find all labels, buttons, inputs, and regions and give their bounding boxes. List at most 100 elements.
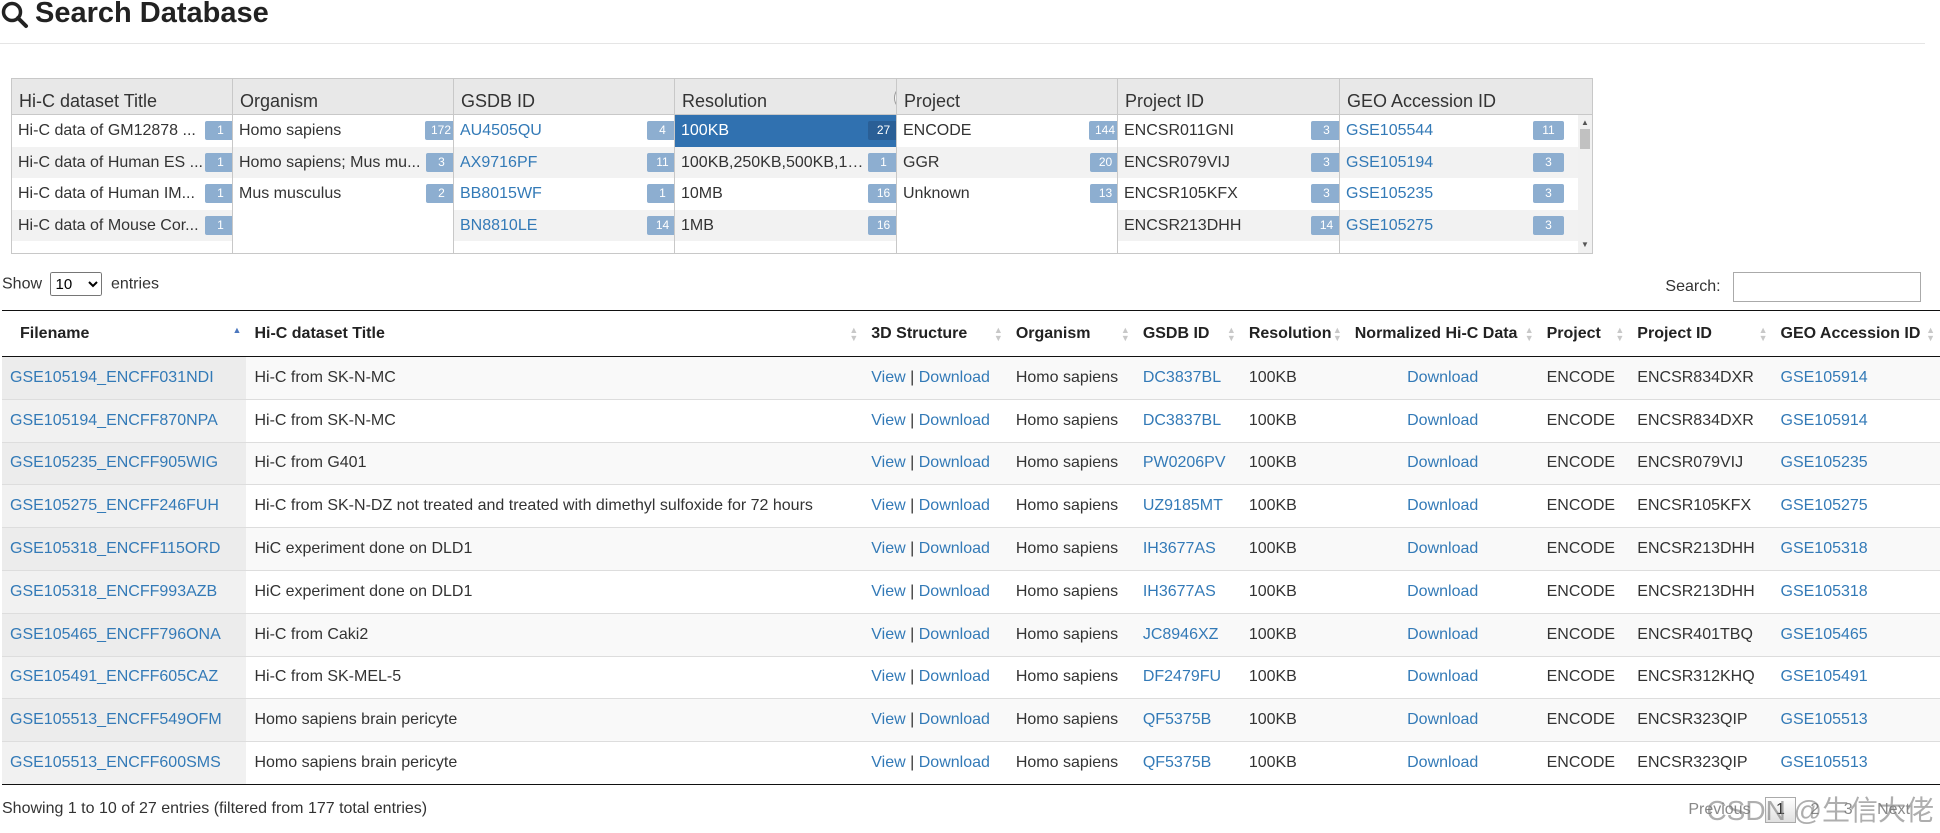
gsdb-id-link[interactable]: IH3677AS [1143,583,1216,600]
normalized-download-link[interactable]: Download [1407,754,1478,771]
scroll-down-icon[interactable]: ▼ [1580,240,1590,250]
facet-option[interactable]: Hi-C data of Mouse Cor... 1 [12,209,250,241]
filename-link[interactable]: GSE105513_ENCFF600SMS [10,754,221,771]
geo-accession-link[interactable]: GSE105318 [1781,540,1868,557]
facet-option[interactable]: Mus musculus 2 [233,178,471,210]
structure-download-link[interactable]: Download [919,754,990,771]
column-header[interactable]: Project ID ▲ ▼ [1629,310,1773,357]
gsdb-id-link[interactable]: QF5375B [1143,754,1211,771]
view-link[interactable]: View [871,369,905,386]
structure-download-link[interactable]: Download [919,668,990,685]
structure-download-link[interactable]: Download [919,583,990,600]
facet-option[interactable]: Hi-C data of GM12878 ... 1 [12,115,250,147]
column-header[interactable]: Project ▲ ▼ [1538,310,1630,357]
facet-option[interactable]: 100KB,250KB,500KB,1MB 1 [675,146,913,178]
entries-select[interactable]: 10 [50,272,103,296]
geo-accession-link[interactable]: GSE105914 [1781,412,1868,429]
column-header[interactable]: Resolution ▲ ▼ [1240,310,1347,357]
gsdb-id-link[interactable]: DC3837BL [1143,412,1221,429]
view-link[interactable]: View [871,497,905,514]
structure-download-link[interactable]: Download [919,540,990,557]
geo-accession-link[interactable]: GSE105513 [1781,711,1868,728]
facet-option[interactable]: Hi-C data of Human IM... 1 [12,178,250,210]
column-header[interactable]: Normalized Hi-C Data ▲ ▼ [1346,310,1539,357]
view-link[interactable]: View [871,412,905,429]
facet-option[interactable]: Homo sapiens 172 [233,115,471,147]
geo-accession-link[interactable]: GSE105513 [1781,754,1868,771]
structure-download-link[interactable]: Download [919,711,990,728]
facet-option[interactable]: 100KB 27 [675,115,913,147]
facet-option[interactable]: GGR 20 [897,146,1135,178]
normalized-download-link[interactable]: Download [1407,540,1478,557]
normalized-download-link[interactable]: Download [1407,626,1478,643]
facet-option[interactable]: ENCSR011GNI 3 [1118,115,1356,147]
filename-link[interactable]: GSE105318_ENCFF993AZB [10,583,217,600]
filename-link[interactable]: GSE105513_ENCFF549OFM [10,711,222,728]
facet-option[interactable]: Homo sapiens; Mus mu... 3 [233,146,471,178]
filename-link[interactable]: GSE105235_ENCFF905WIG [10,454,218,471]
facet-option[interactable]: ENCODE 144 [897,115,1135,147]
facet-option[interactable]: AX9716PF 11 [454,146,692,178]
facet-option[interactable]: BN8810LE 14 [454,209,692,241]
normalized-download-link[interactable]: Download [1407,369,1478,386]
view-link[interactable]: View [871,668,905,685]
geo-accession-link[interactable]: GSE105491 [1781,668,1868,685]
filename-link[interactable]: GSE105275_ENCFF246FUH [10,497,219,514]
normalized-download-link[interactable]: Download [1407,583,1478,600]
facet-option[interactable]: BB8015WF 1 [454,178,692,210]
facet-option[interactable]: Unknown 13 [897,178,1135,210]
scroll-up-icon[interactable]: ▲ [1580,118,1590,128]
gsdb-id-link[interactable]: DC3837BL [1143,369,1221,386]
normalized-download-link[interactable]: Download [1407,497,1478,514]
facet-option[interactable]: ENCSR105KFX 3 [1118,178,1356,210]
gsdb-id-link[interactable]: IH3677AS [1143,540,1216,557]
structure-download-link[interactable]: Download [919,497,990,514]
view-link[interactable]: View [871,583,905,600]
view-link[interactable]: View [871,626,905,643]
structure-download-link[interactable]: Download [919,454,990,471]
column-header[interactable]: Hi-C dataset Title ▲ ▼ [246,310,864,357]
facet-scrollbar[interactable]: ▲▼ [1578,115,1592,253]
geo-accession-link[interactable]: GSE105465 [1781,626,1868,643]
filename-link[interactable]: GSE105318_ENCFF115ORD [10,540,220,557]
geo-accession-link[interactable]: GSE105275 [1781,497,1868,514]
view-link[interactable]: View [871,711,905,728]
geo-accession-link[interactable]: GSE105235 [1781,454,1868,471]
scroll-thumb[interactable] [1580,129,1590,149]
geo-accession-link[interactable]: GSE105318 [1781,583,1868,600]
filename-link[interactable]: GSE105465_ENCFF796ONA [10,626,221,643]
view-link[interactable]: View [871,754,905,771]
normalized-download-link[interactable]: Download [1407,412,1478,429]
view-link[interactable]: View [871,540,905,557]
column-header[interactable]: 3D Structure ▲ ▼ [863,310,1008,357]
gsdb-id-link[interactable]: JC8946XZ [1143,626,1219,643]
column-header[interactable]: GEO Accession ID ▲ ▼ [1772,310,1940,357]
structure-download-link[interactable]: Download [919,369,990,386]
facet-option[interactable]: 10MB 16 [675,178,913,210]
facet-option[interactable]: GSE105194 3 [1340,146,1578,178]
facet-option[interactable]: ENCSR079VIJ 3 [1118,146,1356,178]
filename-link[interactable]: GSE105491_ENCFF605CAZ [10,668,218,685]
gsdb-id-link[interactable]: DF2479FU [1143,668,1221,685]
facet-option[interactable]: 1MB 16 [675,209,913,241]
normalized-download-link[interactable]: Download [1407,711,1478,728]
structure-download-link[interactable]: Download [919,412,990,429]
view-link[interactable]: View [871,454,905,471]
normalized-download-link[interactable]: Download [1407,668,1478,685]
facet-option[interactable]: GSE105544 11 [1340,115,1578,147]
facet-option[interactable]: Hi-C data of Human ES ... 1 [12,146,250,178]
search-input[interactable] [1733,272,1921,302]
facet-option[interactable]: GSE105235 3 [1340,178,1578,210]
filename-link[interactable]: GSE105194_ENCFF870NPA [10,412,218,429]
gsdb-id-link[interactable]: QF5375B [1143,711,1211,728]
geo-accession-link[interactable]: GSE105914 [1781,369,1868,386]
facet-option[interactable]: ENCSR213DHH 14 [1118,209,1356,241]
gsdb-id-link[interactable]: PW0206PV [1143,454,1226,471]
column-header[interactable]: Organism ▲ ▼ [1007,310,1135,357]
filename-link[interactable]: GSE105194_ENCFF031NDI [10,369,214,386]
normalized-download-link[interactable]: Download [1407,454,1478,471]
gsdb-id-link[interactable]: UZ9185MT [1143,497,1223,514]
facet-option[interactable]: AU4505QU 4 [454,115,692,147]
facet-option[interactable]: GSE105275 3 [1340,209,1578,241]
column-header[interactable]: GSDB ID ▲ ▼ [1134,310,1241,357]
